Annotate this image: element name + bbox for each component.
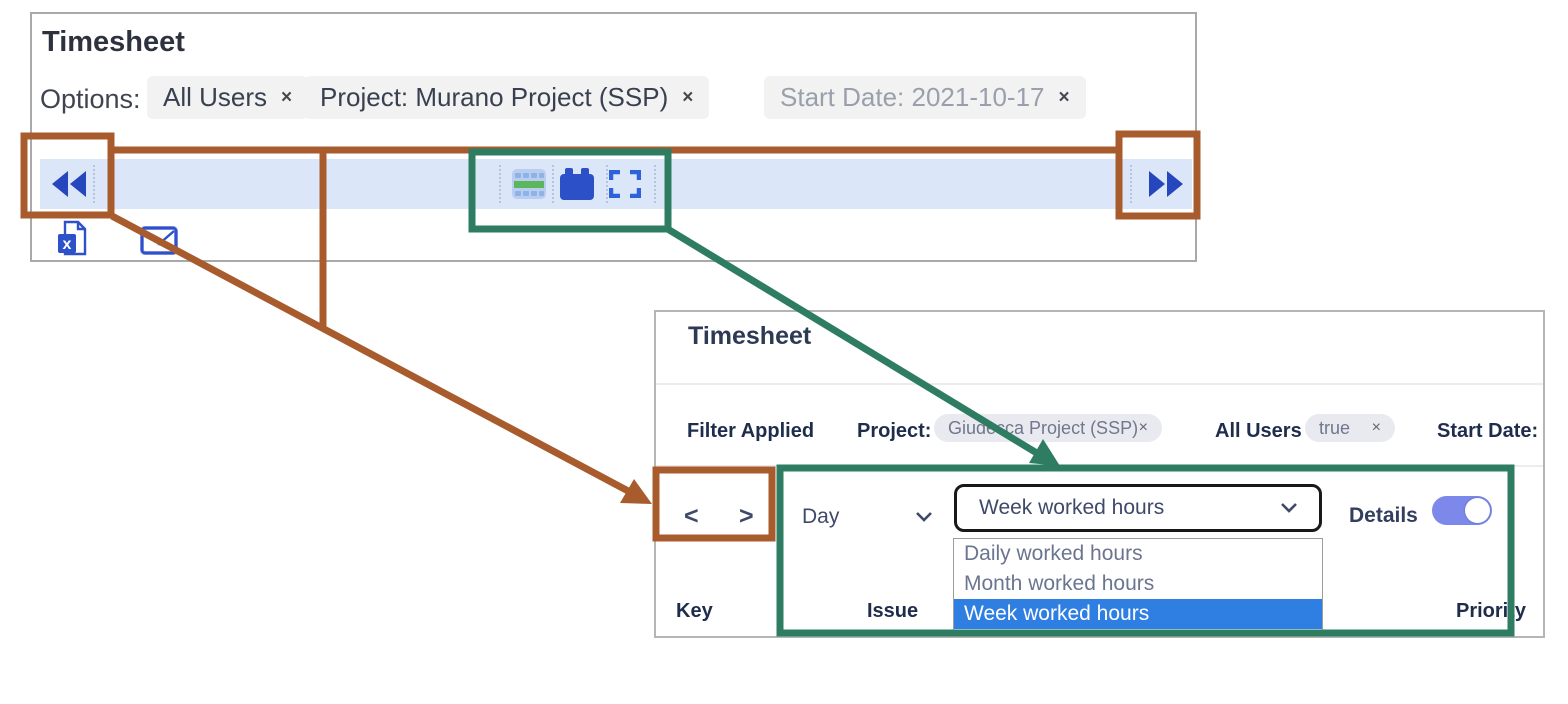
excel-export-icon: x bbox=[57, 220, 88, 257]
chip-label: true bbox=[1319, 418, 1350, 439]
rewind-icon bbox=[52, 171, 88, 197]
toolbar-separator bbox=[1130, 165, 1132, 203]
fullscreen-icon bbox=[609, 170, 641, 198]
divider bbox=[656, 465, 1543, 467]
view-select-value: Week worked hours bbox=[979, 496, 1164, 520]
filter-chip-all-users-true[interactable]: true × bbox=[1305, 414, 1395, 442]
column-header-key: Key bbox=[676, 600, 713, 623]
column-header-priority: Priority bbox=[1456, 600, 1526, 623]
toolbar-separator bbox=[654, 165, 656, 203]
details-toggle[interactable] bbox=[1432, 496, 1492, 525]
filter-applied-label: Filter Applied bbox=[687, 420, 814, 443]
export-excel-button[interactable]: x bbox=[57, 220, 88, 262]
timesheet-grid-icon bbox=[512, 169, 546, 199]
timesheet-toolbar bbox=[40, 159, 1192, 209]
toggle-knob bbox=[1465, 498, 1490, 523]
chip-label: Project: Murano Project (SSP) bbox=[320, 82, 668, 113]
filter-chip-all-users[interactable]: All Users × bbox=[147, 76, 308, 119]
timesheet-panel-new: Timesheet Filter Applied Project: Giudec… bbox=[654, 310, 1545, 638]
toolbar-separator bbox=[499, 165, 501, 203]
divider bbox=[656, 383, 1543, 385]
calendar-icon bbox=[560, 168, 594, 200]
dropdown-option-daily[interactable]: Daily worked hours bbox=[954, 539, 1322, 569]
next-period-button[interactable]: > bbox=[739, 502, 754, 531]
chevron-down-icon bbox=[1281, 503, 1297, 513]
previous-period-button[interactable] bbox=[50, 159, 90, 209]
filter-chip-project[interactable]: Giudecca Project (SSP) × bbox=[934, 414, 1162, 442]
period-select-value: Day bbox=[802, 505, 839, 529]
period-select[interactable]: Day bbox=[802, 505, 932, 529]
page-title: Timesheet bbox=[42, 26, 185, 59]
arrowhead-brown bbox=[620, 479, 652, 504]
chevron-down-icon bbox=[916, 512, 932, 522]
toolbar-separator bbox=[93, 165, 95, 203]
next-period-button[interactable] bbox=[1145, 159, 1185, 209]
column-header-issue: Issue bbox=[867, 600, 918, 623]
chip-close-icon[interactable]: × bbox=[682, 87, 693, 109]
chip-label: Start Date: 2021-10-17 bbox=[780, 82, 1045, 113]
fullscreen-button[interactable] bbox=[602, 159, 648, 209]
timesheet-grid-view-button[interactable] bbox=[506, 159, 552, 209]
chip-label: Giudecca Project (SSP) bbox=[948, 418, 1138, 439]
worked-hours-dropdown-menu: Daily worked hours Month worked hours We… bbox=[953, 538, 1323, 631]
previous-period-button[interactable]: < bbox=[684, 502, 699, 531]
page-title: Timesheet bbox=[688, 322, 811, 351]
options-label: Options: bbox=[40, 84, 141, 115]
filter-chip-project[interactable]: Project: Murano Project (SSP) × bbox=[304, 76, 709, 119]
dropdown-option-month[interactable]: Month worked hours bbox=[954, 569, 1322, 599]
chip-close-icon[interactable]: × bbox=[1059, 87, 1070, 109]
chip-close-icon[interactable]: × bbox=[1372, 419, 1381, 437]
email-icon bbox=[140, 226, 178, 255]
details-label: Details bbox=[1349, 504, 1418, 528]
send-email-button[interactable] bbox=[140, 226, 178, 260]
screenshot-stage: Timesheet Options: All Users × Project: … bbox=[0, 0, 1568, 704]
calendar-view-button[interactable] bbox=[554, 159, 600, 209]
chip-close-icon[interactable]: × bbox=[1139, 419, 1148, 437]
filter-chip-start-date[interactable]: Start Date: 2021-10-17 × bbox=[764, 76, 1086, 119]
chip-close-icon[interactable]: × bbox=[281, 87, 292, 109]
chip-label: All Users bbox=[163, 82, 267, 113]
start-date-filter-label: Start Date: bbox=[1437, 420, 1538, 443]
dropdown-option-week[interactable]: Week worked hours bbox=[954, 599, 1322, 629]
fast-forward-icon bbox=[1147, 171, 1183, 197]
svg-text:x: x bbox=[63, 236, 72, 253]
all-users-filter-label: All Users bbox=[1215, 420, 1302, 443]
timesheet-panel-old: Timesheet Options: All Users × Project: … bbox=[30, 12, 1197, 262]
worked-hours-view-select[interactable]: Week worked hours bbox=[954, 484, 1322, 532]
project-filter-label: Project: bbox=[857, 420, 931, 443]
